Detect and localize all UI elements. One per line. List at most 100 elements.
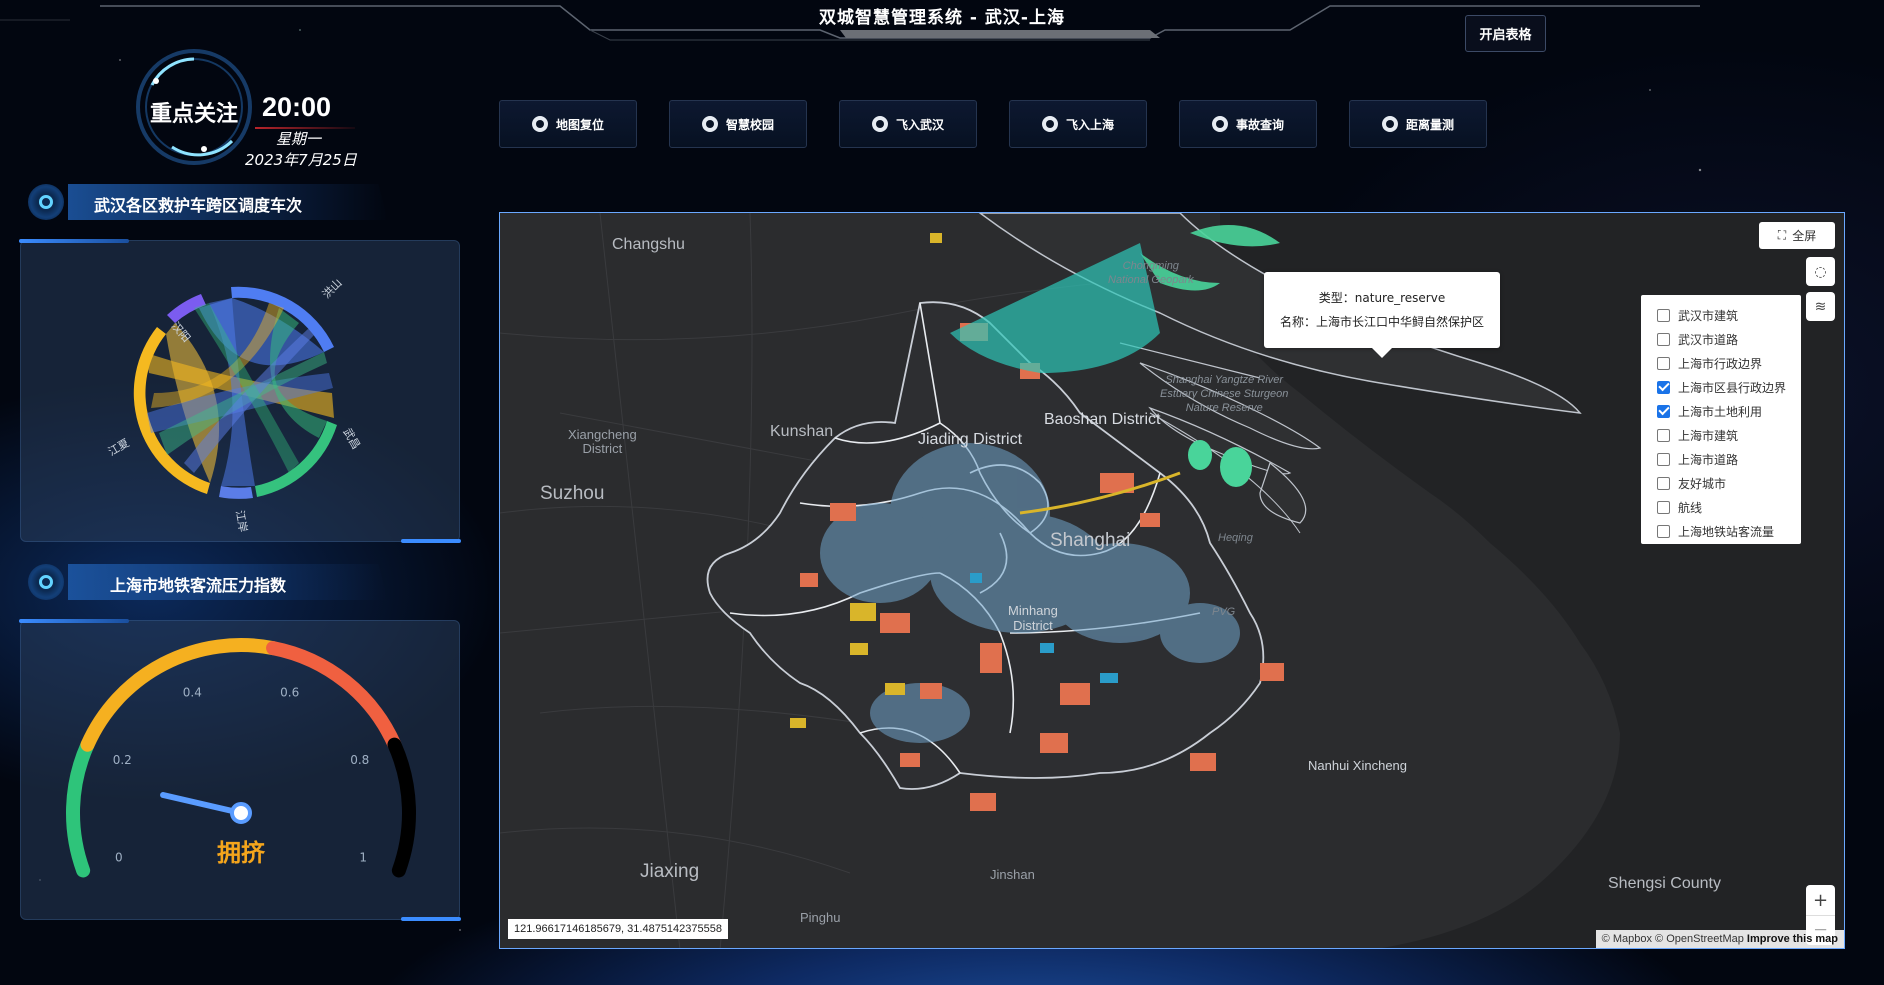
place-label-nanhui: Nanhui Xincheng [1308, 758, 1408, 773]
place-label-sturgeon-text: Shanghai Yangtze River Estuary Chinese S… [1160, 374, 1289, 414]
fullscreen-label: 全屏 [1792, 229, 1817, 243]
focus-label: 重点关注 [150, 102, 239, 127]
place-label-jiaxing: Jiaxing [640, 861, 700, 882]
layer-item[interactable]: 上海市行政边界 [1641, 351, 1801, 375]
layer-checkbox[interactable] [1657, 500, 1670, 514]
feature-popup: 类型：nature_reserve 名称：上海市长江口中华鲟自然保护区 [1264, 272, 1500, 358]
toolbar-button-4[interactable]: 事故查询 [1179, 100, 1317, 148]
gauge-tick-label: 0.8 [350, 753, 369, 767]
layer-item[interactable]: 上海地铁站客流量 [1641, 519, 1801, 543]
toolbar-button-label: 智慧校园 [725, 117, 774, 132]
attribution-improve[interactable]: Improve this map [1747, 933, 1838, 945]
layer-checkbox[interactable] [1657, 332, 1670, 346]
toolbar-button-0[interactable]: 地图复位 [499, 100, 637, 148]
toolbar-button-label: 地图复位 [555, 117, 604, 132]
layer-label: 上海市建筑 [1678, 428, 1739, 443]
toolbar-button-label: 事故查询 [1235, 117, 1284, 132]
map-view[interactable]: Changshu Chongming National Geopark Shan… [499, 212, 1845, 949]
compass-button[interactable]: ◌ [1806, 257, 1835, 286]
map-attribution: © Mapbox © OpenStreetMap Improve this ma… [1595, 930, 1844, 948]
page-title: 双城智慧管理系统 - 武汉-上海 [819, 8, 1065, 28]
layer-item[interactable]: 上海市建筑 [1641, 423, 1801, 447]
gauge-panel-header: 上海市地铁客流压力指数 [28, 562, 388, 602]
gauge-hub [230, 802, 252, 824]
attribution-osm[interactable]: © OpenStreetMap [1655, 933, 1744, 945]
layer-item[interactable]: 上海市区县行政边界 [1641, 375, 1801, 399]
layers-button[interactable]: ≋ [1806, 292, 1835, 321]
gauge-band-1 [80, 638, 281, 752]
accident-icon [1211, 116, 1228, 132]
chord-arc-jiangan [219, 486, 253, 499]
fullscreen-icon: ⛶ [1777, 228, 1787, 242]
gauge-panel: 0 0.2 0.4 0.6 0.8 1 拥挤 [19, 619, 461, 921]
clock-time: 20:00 [262, 92, 332, 122]
place-label-xiangcheng-text: Xiangcheng District [568, 427, 637, 456]
layer-item[interactable]: 武汉市道路 [1641, 327, 1801, 351]
layer-list: 武汉市建筑武汉市道路上海市行政边界上海市区县行政边界 上海市土地利用 上海市建筑上海… [1641, 295, 1801, 544]
attribution-mapbox[interactable]: © Mapbox [1602, 933, 1652, 945]
layer-item[interactable]: 友好城市 [1641, 471, 1801, 495]
plane-icon [1041, 116, 1058, 132]
toolbar-button-label: 距离量测 [1405, 117, 1454, 132]
place-label-jiading: Jiading District [918, 431, 1023, 448]
place-label-changshu: Changshu [612, 236, 685, 253]
chord-chart: 汉阳 洪山 武昌 江岸 江夏 [106, 276, 363, 534]
header: 双城智慧管理系统 - 武汉-上海 开启表格 [0, 0, 1884, 60]
zoom-in-button[interactable]: + [1806, 885, 1835, 915]
layer-item[interactable]: 航线 [1641, 495, 1801, 519]
layer-label: 航线 [1678, 500, 1703, 515]
layer-checkbox[interactable] [1657, 380, 1670, 394]
layers-icon: ≋ [1814, 298, 1827, 315]
ruler-icon [1381, 116, 1398, 132]
layer-label: 上海市区县行政边界 [1678, 380, 1787, 395]
toolbar-button-5[interactable]: 距离量测 [1349, 100, 1487, 148]
campus-icon [701, 116, 718, 132]
layer-checkbox[interactable] [1657, 308, 1670, 322]
layer-label: 友好城市 [1678, 476, 1727, 491]
open-table-button[interactable]: 开启表格 [1465, 15, 1546, 52]
chord-label-hongshan: 洪山 [319, 276, 344, 301]
layer-item[interactable]: 上海市道路 [1641, 447, 1801, 471]
gauge-chart: 00.20.4 0.60.81 [66, 638, 416, 878]
layer-label: 上海市土地利用 [1678, 404, 1763, 419]
layer-checkbox[interactable] [1657, 356, 1670, 370]
gauge-tick-label: 0.2 [113, 753, 132, 767]
plane-icon [871, 116, 888, 132]
layer-item[interactable]: 武汉市建筑 [1641, 303, 1801, 327]
place-label-jinshan: Jinshan [990, 867, 1035, 882]
layer-checkbox[interactable] [1657, 452, 1670, 466]
chord-panel-title: 武汉各区救护车跨区调度车次 [93, 196, 302, 215]
place-label-baoshan: Baoshan District [1044, 411, 1161, 428]
gauge-status: 拥挤 [217, 839, 265, 867]
toolbar-button-3[interactable]: 飞入上海 [1009, 100, 1147, 148]
place-label-kunshan: Kunshan [770, 423, 834, 440]
layer-checkbox[interactable] [1657, 404, 1670, 418]
chord-label-wuchang: 武昌 [340, 426, 362, 452]
place-label-shengsi: Shengsi County [1608, 875, 1721, 892]
gauge-tick-label: 0.4 [183, 685, 202, 699]
place-label-minhang-text: Minhang District [1008, 603, 1058, 633]
layer-label: 武汉市建筑 [1678, 308, 1739, 323]
gauge-needle [160, 792, 244, 816]
toolbar-button-1[interactable]: 智慧校园 [669, 100, 807, 148]
compass-icon: ◌ [1814, 263, 1827, 280]
fullscreen-button[interactable]: ⛶ 全屏 [1759, 222, 1835, 249]
place-label-chongming-text: Chongming National Geopark [1108, 260, 1194, 286]
place-label-shanghai: Shanghai [1050, 530, 1131, 551]
toolbar-button-2[interactable]: 飞入武汉 [839, 100, 977, 148]
chord-panel: 汉阳 洪山 武昌 江岸 江夏 [19, 239, 461, 543]
layer-checkbox[interactable] [1657, 524, 1670, 538]
place-label-suzhou: Suzhou [540, 483, 605, 504]
place-label-minhang: Minhang District [1008, 603, 1058, 633]
chord-label-jiangan: 江岸 [233, 509, 250, 533]
layer-label: 上海市道路 [1678, 452, 1739, 467]
layer-checkbox[interactable] [1657, 476, 1670, 490]
chord-panel-header: 武汉各区救护车跨区调度车次 [28, 182, 388, 222]
layer-label: 武汉市道路 [1678, 332, 1739, 347]
cursor-coordinates: 121.96617146185679, 31.4875142375558 [508, 919, 728, 939]
layer-checkbox[interactable] [1657, 428, 1670, 442]
place-label-sturgeon: Shanghai Yangtze River Estuary Chinese S… [1160, 373, 1288, 415]
layer-item[interactable]: 上海市土地利用 [1641, 399, 1801, 423]
reset-icon [531, 116, 548, 132]
layer-label: 上海地铁站客流量 [1678, 524, 1775, 539]
